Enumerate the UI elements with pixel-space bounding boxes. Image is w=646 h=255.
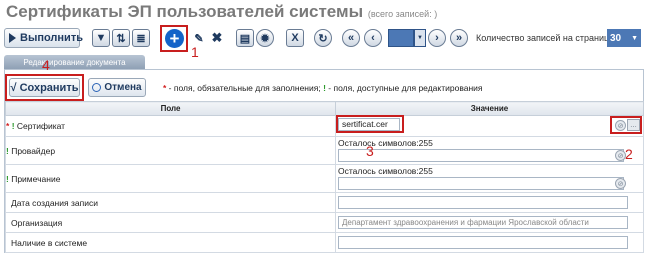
print-icon[interactable]: ▤	[236, 29, 254, 47]
table-header-row: Поле Значение	[5, 101, 644, 116]
field-value-cell: sertificat.cer ⊘ …	[335, 115, 644, 137]
field-label-cell: Организация	[5, 212, 336, 233]
last-page-icon[interactable]: »	[450, 29, 468, 47]
export-excel-icon[interactable]: X	[286, 29, 304, 47]
field-label: Примечание	[11, 173, 61, 184]
created-date-field	[338, 196, 628, 209]
field-label: Дата создания записи	[11, 197, 98, 208]
tab-edit-document[interactable]: Редактирование документа	[4, 55, 145, 69]
chars-left-hint: Осталось символов:255	[338, 138, 433, 148]
field-label: Провайдер	[11, 145, 56, 156]
prev-page-icon[interactable]: ‹	[364, 29, 382, 47]
field-label-cell: ! Примечание	[5, 164, 336, 193]
save-highlight: √ Сохранить	[5, 74, 84, 101]
sort-icon[interactable]: ⇅	[112, 29, 130, 47]
editable-mark: !	[6, 173, 9, 184]
list-icon[interactable]: ≣	[132, 29, 150, 47]
field-value-cell: Департамент здравоохранения и фармации Я…	[335, 212, 644, 233]
page-number-input[interactable]	[388, 29, 414, 47]
delete-icon[interactable]: ✖	[208, 29, 226, 47]
annotation-4: 4	[42, 57, 50, 73]
toolbar: Выполнить ▼ ⇅ ≣ + ✎ ✖ ▤ ✹ X ↻ « ‹ ▼ › » …	[4, 25, 642, 52]
editable-mark: !	[11, 121, 15, 131]
annotation-3: 3	[366, 143, 374, 159]
fields-table: Поле Значение * ! Сертификат sertificat.…	[5, 101, 644, 253]
annotation-1: 1	[191, 44, 199, 60]
field-value-cell: Осталось символов:255 ⊘	[335, 136, 644, 165]
next-page-icon[interactable]: ›	[428, 29, 446, 47]
table-row: * ! Сертификат sertificat.cer ⊘ …	[5, 115, 644, 137]
record-count: (всего записей: )	[367, 9, 438, 19]
per-page-label: Количество записей на странице:	[476, 33, 617, 43]
in-system-field	[338, 236, 628, 249]
table-row: Организация Департамент здравоохранения …	[5, 212, 644, 233]
field-label-cell: Наличие в системе	[5, 232, 336, 253]
table-row: ! Примечание Осталось символов:255 ⊘	[5, 164, 644, 193]
per-page-value: 30	[610, 32, 622, 44]
field-value-cell: Осталось символов:255 ⊘	[335, 164, 644, 193]
cancel-button-label: Отмена	[104, 82, 142, 93]
settings-icon[interactable]: ✹	[256, 29, 274, 47]
add-icon[interactable]: +	[165, 29, 184, 48]
chevron-down-icon: ▼	[631, 34, 638, 42]
required-legend-text: - поля, обязательные для заполнения;	[166, 83, 324, 93]
field-label: Сертификат	[16, 121, 66, 131]
run-button[interactable]: Выполнить	[4, 28, 83, 48]
column-header-value: Значение	[335, 101, 644, 116]
page-select-arrow[interactable]: ▼	[414, 29, 426, 47]
field-legend: * - поля, обязательные для заполнения; !…	[163, 83, 483, 93]
clear-icon[interactable]: ⊘	[615, 178, 626, 189]
note-field[interactable]	[338, 177, 624, 190]
run-button-label: Выполнить	[20, 32, 83, 44]
field-label: Организация	[11, 217, 63, 228]
browse-button[interactable]: …	[627, 119, 640, 131]
checkmark-icon: √	[10, 81, 17, 94]
field-value-cell	[335, 232, 644, 253]
filter-icon[interactable]: ▼	[92, 29, 110, 47]
table-row: Дата создания записи	[5, 192, 644, 213]
annotation-2: 2	[625, 146, 633, 162]
organization-field: Департамент здравоохранения и фармации Я…	[338, 216, 628, 229]
chars-left-hint: Осталось символов:255	[338, 166, 433, 176]
provider-field[interactable]	[338, 149, 624, 162]
play-icon	[9, 33, 16, 43]
save-button[interactable]: √ Сохранить	[9, 78, 80, 97]
field-label-cell: Дата создания записи	[5, 192, 336, 213]
page-title-text: Сертификаты ЭП пользователей системы	[6, 2, 364, 21]
field-label-cell: * ! Сертификат	[5, 115, 336, 137]
editable-mark: !	[6, 145, 9, 156]
refresh-icon[interactable]: ↻	[314, 29, 332, 47]
add-highlight: +	[160, 25, 188, 52]
clear-icon[interactable]: ⊘	[615, 120, 626, 131]
certificate-highlight	[336, 115, 404, 133]
first-page-icon[interactable]: «	[342, 29, 360, 47]
page-title: Сертификаты ЭП пользователей системы (вс…	[6, 2, 437, 22]
cancel-icon	[92, 83, 102, 92]
field-value-cell	[335, 192, 644, 213]
cancel-button[interactable]: Отмена	[88, 78, 146, 97]
required-mark: *	[6, 121, 10, 131]
save-button-label: Сохранить	[19, 81, 79, 94]
field-label: Наличие в системе	[11, 237, 88, 248]
table-row: Наличие в системе	[5, 232, 644, 253]
table-row: ! Провайдер Осталось символов:255 ⊘	[5, 136, 644, 165]
editable-legend-text: - поля, доступные для редактирования	[325, 83, 483, 93]
per-page-select[interactable]: 30 ▼	[607, 29, 641, 47]
field-label-cell: ! Провайдер	[5, 136, 336, 165]
column-header-field: Поле	[5, 101, 336, 116]
